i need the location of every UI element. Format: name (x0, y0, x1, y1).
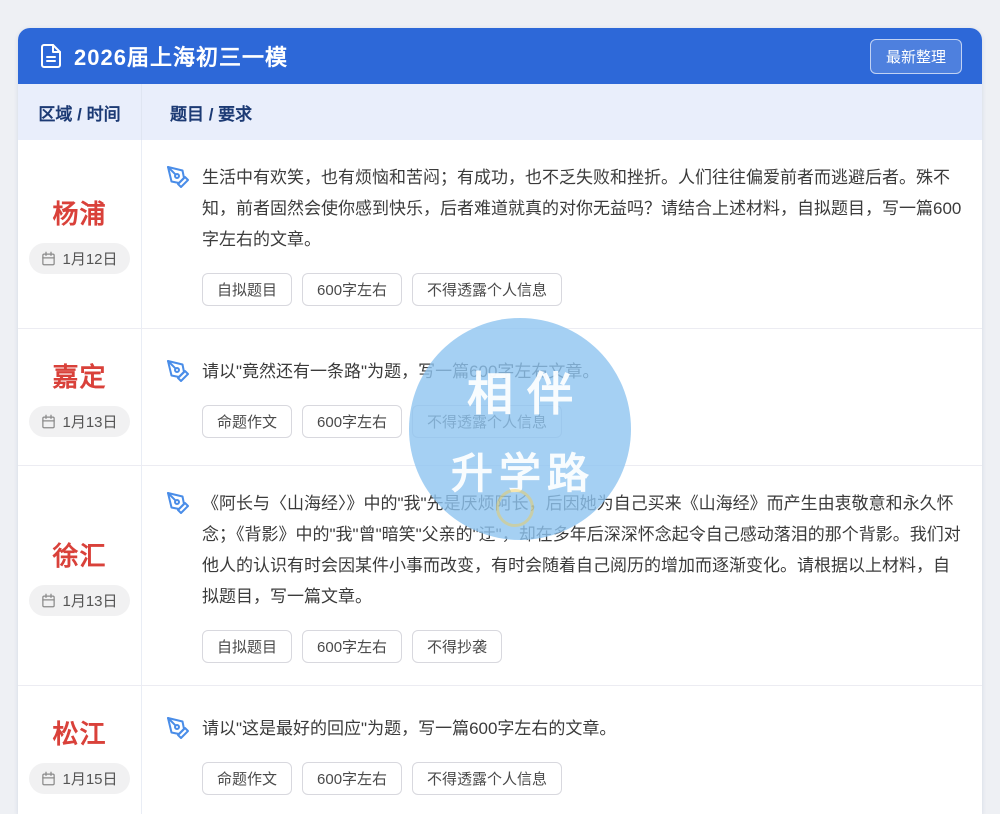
exam-row: 徐汇 1月13日 (18, 466, 982, 686)
date-badge: 1月15日 (29, 763, 129, 794)
requirement-tag: 600字左右 (302, 762, 402, 795)
prompt-block: 请以"竟然还有一条路"为题，写一篇600字左右文章。 (166, 356, 964, 387)
requirement-tag: 不得透露个人信息 (412, 273, 562, 306)
requirement-tag: 不得透露个人信息 (412, 762, 562, 795)
prompt-text: 请以"竟然还有一条路"为题，写一篇600字左右文章。 (202, 356, 599, 387)
topic-requirements-cell: 请以"这是最好的回应"为题，写一篇600字左右的文章。 命题作文 600字左右不得… (142, 686, 982, 814)
region-name: 嘉定 (52, 357, 106, 394)
prompt-block: 生活中有欢笑，也有烦恼和苦闷；有成功，也不乏失败和挫折。人们往往偏爱前者而逃避后… (166, 162, 964, 255)
topic-requirements-cell: 生活中有欢笑，也有烦恼和苦闷；有成功，也不乏失败和挫折。人们往往偏爱前者而逃避后… (142, 140, 982, 328)
calendar-icon (41, 771, 56, 786)
latest-update-button[interactable]: 最新整理 (870, 39, 962, 74)
requirement-tags: 命题作文 600字左右不得透露个人信息 (166, 405, 964, 438)
region-time-cell: 嘉定 1月13日 (18, 329, 142, 465)
table-header-row: 区域 / 时间 题目 / 要求 (18, 84, 982, 140)
requirement-tag: 自拟题目 (202, 630, 292, 663)
calendar-icon (41, 593, 56, 608)
prompt-text: 请以"这是最好的回应"为题，写一篇600字左右的文章。 (202, 713, 616, 744)
card-header: 2026届上海初三一模 最新整理 (18, 28, 982, 84)
calendar-icon (41, 251, 56, 266)
pen-icon (166, 359, 190, 383)
exam-row: 嘉定 1月13日 (18, 329, 982, 466)
exam-row: 松江 1月15日 (18, 686, 982, 814)
page-background: 2026届上海初三一模 最新整理 区域 / 时间 题目 / 要求 杨浦 1月12… (0, 0, 1000, 814)
pen-icon (166, 716, 190, 740)
date-text: 1月15日 (62, 768, 117, 789)
topic-requirements-cell: 《阿长与〈山海经〉》中的"我"先是厌烦阿长，后因她为自己买来《山海经》而产生由衷… (142, 466, 982, 685)
document-icon (40, 44, 62, 68)
exam-summary-card: 2026届上海初三一模 最新整理 区域 / 时间 题目 / 要求 杨浦 1月12… (18, 28, 982, 814)
exam-rows-container: 杨浦 1月12日 (18, 140, 982, 814)
date-text: 1月12日 (62, 248, 117, 269)
requirement-tag: 自拟题目 (202, 273, 292, 306)
region-time-cell: 松江 1月15日 (18, 686, 142, 814)
requirement-tag: 600字左右 (302, 273, 402, 306)
column-header-topic-requirements: 题目 / 要求 (142, 100, 252, 125)
date-badge: 1月13日 (29, 585, 129, 616)
page-title: 2026届上海初三一模 (74, 40, 288, 72)
requirement-tags: 自拟题目 600字左右不得抄袭 (166, 630, 964, 663)
requirement-tag: 600字左右 (302, 405, 402, 438)
column-header-region-time: 区域 / 时间 (18, 84, 142, 140)
region-name: 徐汇 (52, 536, 106, 573)
prompt-text: 《阿长与〈山海经〉》中的"我"先是厌烦阿长，后因她为自己买来《山海经》而产生由衷… (202, 488, 964, 612)
requirement-tag: 命题作文 (202, 762, 292, 795)
card-header-left: 2026届上海初三一模 (40, 40, 288, 72)
requirement-tag: 命题作文 (202, 405, 292, 438)
calendar-icon (41, 414, 56, 429)
requirement-tag: 不得抄袭 (412, 630, 502, 663)
date-text: 1月13日 (62, 590, 117, 611)
region-name: 松江 (52, 714, 106, 751)
requirement-tag: 不得透露个人信息 (412, 405, 562, 438)
requirement-tags: 命题作文 600字左右不得透露个人信息 (166, 762, 964, 795)
date-text: 1月13日 (62, 411, 117, 432)
exam-row: 杨浦 1月12日 (18, 140, 982, 329)
topic-requirements-cell: 请以"竟然还有一条路"为题，写一篇600字左右文章。 命题作文 600字左右不得透… (142, 329, 982, 465)
region-time-cell: 徐汇 1月13日 (18, 466, 142, 685)
date-badge: 1月12日 (29, 243, 129, 274)
prompt-block: 请以"这是最好的回应"为题，写一篇600字左右的文章。 (166, 713, 964, 744)
region-name: 杨浦 (52, 194, 106, 231)
pen-icon (166, 491, 190, 515)
prompt-text: 生活中有欢笑，也有烦恼和苦闷；有成功，也不乏失败和挫折。人们往往偏爱前者而逃避后… (202, 162, 964, 255)
date-badge: 1月13日 (29, 406, 129, 437)
requirement-tag: 600字左右 (302, 630, 402, 663)
region-time-cell: 杨浦 1月12日 (18, 140, 142, 328)
pen-icon (166, 165, 190, 189)
requirement-tags: 自拟题目 600字左右不得透露个人信息 (166, 273, 964, 306)
prompt-block: 《阿长与〈山海经〉》中的"我"先是厌烦阿长，后因她为自己买来《山海经》而产生由衷… (166, 488, 964, 612)
